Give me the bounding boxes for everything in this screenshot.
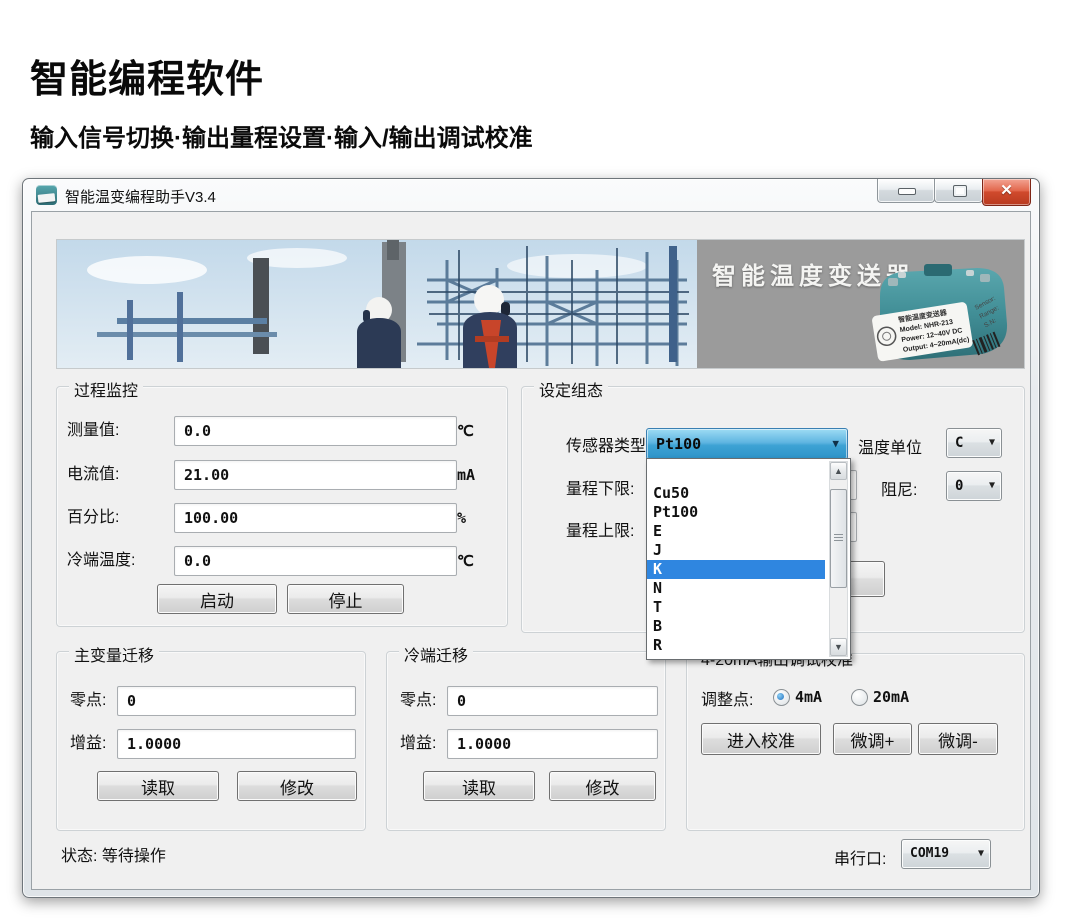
page-subtitle: 输入信号切换·输出量程设置·输入/输出调试校准 (30, 118, 533, 153)
radio-20ma[interactable] (851, 689, 868, 706)
range-low-label: 量程下限: (566, 475, 634, 499)
modify-button[interactable]: 修改 (549, 771, 656, 801)
temp-unit-label: 温度单位 (858, 434, 922, 458)
chevron-down-icon: ▼ (989, 429, 995, 457)
enter-calibration-button[interactable]: 进入校准 (701, 723, 821, 755)
sensor-type-combo[interactable]: Pt100 ▼ (646, 428, 848, 460)
current-label: 电流值: (67, 460, 173, 490)
adjust-point-label: 调整点: (701, 686, 753, 710)
scroll-down-icon[interactable]: ▼ (830, 638, 847, 656)
maximize-icon (953, 185, 967, 197)
title-bar[interactable]: 智能温变编程助手V3.4 ✕ (23, 179, 1039, 211)
scroll-up-icon[interactable]: ▲ (830, 462, 847, 480)
status-text: 状态: 等待操作 (61, 842, 166, 866)
percent-unit: % (457, 503, 466, 533)
serial-port-label: 串行口: (834, 845, 886, 869)
gain-field[interactable]: 1.0000 (117, 729, 356, 759)
plant-photo (57, 240, 697, 368)
zero-field[interactable]: 0 (447, 686, 658, 716)
dropdown-item-k[interactable]: K (647, 560, 825, 579)
zero-field[interactable]: 0 (117, 686, 356, 716)
sensor-type-dropdown-list: Cu50 Pt100 E J K N T B R ▲ ▼ (646, 458, 851, 660)
percent-field[interactable]: 100.00 (174, 503, 457, 533)
damping-combo[interactable]: 0 ▼ (946, 471, 1002, 501)
temp-unit-value: C (955, 429, 963, 457)
group-title: 主变量迁移 (69, 642, 159, 666)
dropdown-item-blank[interactable] (647, 459, 825, 484)
scrollbar-thumb[interactable] (830, 489, 847, 588)
cold-junction-field[interactable]: 0.0 (174, 546, 457, 576)
minimize-button[interactable] (877, 179, 935, 203)
measure-unit: ℃ (457, 416, 474, 446)
cold-junction-migration-group: 冷端迁移 零点: 0 增益: 1.0000 读取 修改 (386, 651, 666, 831)
zero-label: 零点: (400, 686, 436, 716)
dropdown-item-r[interactable]: R (647, 636, 825, 655)
group-title: 冷端迁移 (399, 642, 473, 666)
window-controls: ✕ (878, 179, 1031, 206)
stop-button[interactable]: 停止 (287, 584, 404, 614)
primary-migration-group: 主变量迁移 零点: 0 增益: 1.0000 读取 修改 (56, 651, 366, 831)
gain-label: 增益: (70, 729, 106, 759)
page: 智能编程软件 输入信号切换·输出量程设置·输入/输出调试校准 智能温变编程助手V… (0, 0, 1080, 921)
status-label: 状态: (61, 848, 97, 865)
range-high-label: 量程上限: (566, 517, 634, 541)
page-title: 智能编程软件 (30, 48, 264, 103)
zero-label: 零点: (70, 686, 106, 716)
group-title: 设定组态 (534, 377, 608, 401)
dropdown-item-cu50[interactable]: Cu50 (647, 484, 825, 503)
dropdown-item-n[interactable]: N (647, 579, 825, 598)
trim-minus-button[interactable]: 微调- (918, 723, 998, 755)
dropdown-item-t[interactable]: T (647, 598, 825, 617)
serial-port-combo[interactable]: COM19 ▼ (901, 839, 991, 869)
process-monitor-group: 过程监控 测量值: 0.0 ℃ 电流值: 21.00 mA 百分比: 100.0… (56, 386, 508, 627)
cold-junction-label: 冷端温度: (67, 546, 173, 576)
minimize-icon (898, 188, 916, 195)
start-button[interactable]: 启动 (157, 584, 277, 614)
dropdown-scrollbar[interactable]: ▲ ▼ (829, 461, 848, 657)
app-window: 智能温变编程助手V3.4 ✕ (22, 178, 1040, 898)
chevron-down-icon: ▼ (978, 840, 984, 868)
chevron-down-icon: ▼ (989, 472, 995, 500)
app-icon (36, 185, 57, 205)
status-value: 等待操作 (102, 848, 166, 865)
temp-unit-combo[interactable]: C ▼ (946, 428, 1002, 458)
transmitter-product-image: 智能温度变送器 Model: NHR-213 Power: 12~40V DC … (862, 262, 1017, 366)
group-title: 过程监控 (69, 377, 143, 401)
damping-value: 0 (955, 472, 963, 500)
client-area: 智能温度变送器 (31, 211, 1031, 890)
close-icon: ✕ (983, 181, 1030, 199)
dropdown-item-e[interactable]: E (647, 522, 825, 541)
window-title: 智能温变编程助手V3.4 (65, 186, 216, 207)
sensor-type-value: Pt100 (656, 429, 701, 459)
trim-plus-button[interactable]: 微调+ (833, 723, 912, 755)
gain-label: 增益: (400, 729, 436, 759)
measure-field[interactable]: 0.0 (174, 416, 457, 446)
maximize-button[interactable] (934, 179, 983, 203)
read-button[interactable]: 读取 (97, 771, 219, 801)
current-field[interactable]: 21.00 (174, 460, 457, 490)
damping-label: 阻尼: (881, 476, 917, 500)
radio-4ma-label: 4mA (795, 688, 822, 706)
read-button[interactable]: 读取 (423, 771, 535, 801)
close-button[interactable]: ✕ (982, 179, 1031, 206)
dropdown-item-b[interactable]: B (647, 617, 825, 636)
cold-junction-unit: ℃ (457, 546, 474, 576)
current-unit: mA (457, 460, 475, 490)
banner: 智能温度变送器 (56, 239, 1025, 369)
serial-port-value: COM19 (910, 840, 949, 868)
dropdown-item-pt100[interactable]: Pt100 (647, 503, 825, 522)
sensor-type-label: 传感器类型: (566, 432, 650, 456)
percent-label: 百分比: (67, 503, 173, 533)
gain-field[interactable]: 1.0000 (447, 729, 658, 759)
radio-4ma[interactable] (773, 689, 790, 706)
measure-label: 测量值: (67, 416, 173, 446)
dropdown-item-j[interactable]: J (647, 541, 825, 560)
chevron-down-icon: ▼ (832, 429, 839, 459)
modify-button[interactable]: 修改 (237, 771, 357, 801)
radio-20ma-label: 20mA (873, 688, 909, 706)
